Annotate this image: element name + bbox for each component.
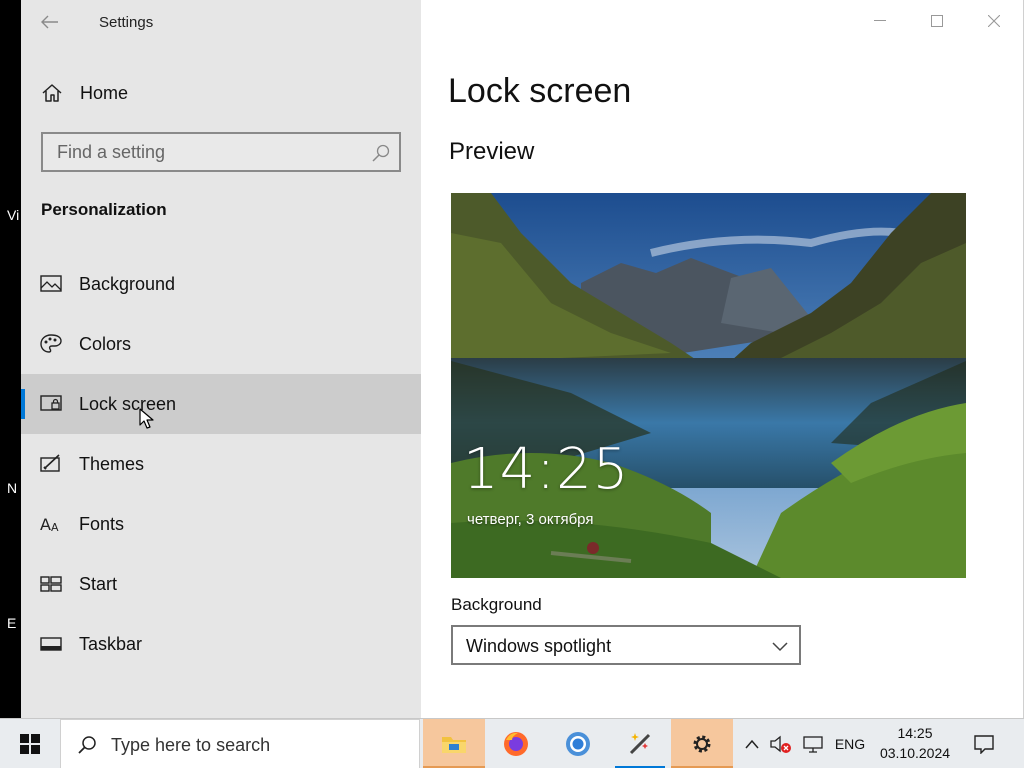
sidebar-item-themes[interactable]: Themes	[21, 434, 421, 494]
clock[interactable]: 14:25 03.10.2024	[872, 723, 958, 765]
background-dropdown-value: Windows spotlight	[466, 636, 612, 656]
firefox-icon	[504, 732, 528, 756]
taskbar-search-placeholder: Type here to search	[111, 735, 271, 755]
lock-screen-icon	[40, 395, 62, 411]
minimize-button[interactable]	[851, 0, 908, 42]
mouse-cursor-icon	[139, 408, 154, 429]
chevron-up-icon	[745, 739, 759, 749]
volume-button[interactable]	[766, 719, 796, 768]
maximize-button[interactable]	[908, 0, 965, 42]
search-icon	[78, 736, 96, 754]
svg-text:A: A	[40, 515, 51, 534]
chrome-icon	[566, 732, 590, 756]
sidebar-item-background[interactable]: Background	[21, 254, 421, 314]
volume-muted-icon	[770, 735, 791, 753]
palette-icon	[40, 334, 62, 353]
selection-indicator	[21, 389, 25, 419]
preview-heading: Preview	[449, 138, 535, 165]
sidebar-item-start[interactable]: Start	[21, 554, 421, 614]
file-explorer-icon	[442, 737, 466, 753]
sidebar-item-colors[interactable]: Colors	[21, 314, 421, 374]
lock-screen-date: четверг, 3 октября	[467, 511, 594, 528]
search-icon	[372, 144, 390, 162]
taskbar-firefox[interactable]	[485, 719, 547, 768]
sidebar-item-taskbar[interactable]: Taskbar	[21, 614, 421, 674]
taskbar-chrome[interactable]	[547, 719, 609, 768]
chevron-down-icon	[772, 642, 788, 652]
clock-time: 14:25	[897, 725, 933, 741]
taskbar-search-box[interactable]: Type here to search	[60, 719, 420, 768]
maximize-icon	[930, 15, 943, 27]
taskbar-file-explorer[interactable]	[423, 719, 485, 768]
section-title: Personalization	[41, 200, 167, 219]
home-nav-item[interactable]: Home	[21, 70, 421, 116]
sidebar-item-label: Lock screen	[79, 394, 177, 414]
desktop-label-fragment: E	[7, 615, 17, 631]
back-button[interactable]	[35, 8, 65, 36]
windows-logo-icon	[20, 734, 40, 754]
lock-screen-time: 14:25	[463, 437, 630, 502]
picture-icon	[40, 275, 62, 292]
magic-wand-icon	[629, 733, 651, 755]
minimize-icon	[873, 20, 886, 21]
desktop-label-fragment: N	[7, 480, 18, 496]
network-button[interactable]	[798, 719, 828, 768]
themes-icon	[40, 454, 60, 472]
taskbar-magic-wand-app[interactable]	[609, 719, 671, 768]
settings-gear-icon	[693, 735, 711, 753]
back-arrow-icon	[41, 15, 58, 29]
sidebar: Settings Home Personalization Background…	[21, 0, 421, 718]
home-label: Home	[80, 83, 129, 103]
sidebar-item-lock-screen[interactable]: Lock screen	[21, 374, 421, 434]
desktop-edge: Vi N E	[0, 0, 21, 718]
home-icon	[42, 84, 62, 102]
sidebar-item-label: Taskbar	[79, 634, 143, 654]
sidebar-item-label: Start	[79, 574, 118, 594]
network-icon	[803, 736, 823, 753]
background-setting-label: Background	[451, 595, 542, 614]
language-indicator: ENG	[834, 736, 866, 752]
sidebar-item-label: Background	[79, 274, 176, 294]
main-content: Lock screen Preview 14:25 четверг, 3 окт…	[421, 0, 1024, 718]
clock-date: 03.10.2024	[879, 745, 951, 761]
input-language-button[interactable]: ENG	[830, 719, 870, 768]
sidebar-item-fonts[interactable]: AA Fonts	[21, 494, 421, 554]
settings-window: Settings Home Personalization Background…	[21, 0, 1024, 718]
sidebar-item-label: Themes	[79, 454, 145, 474]
fonts-icon: AA	[40, 515, 59, 534]
start-icon	[40, 576, 62, 592]
close-icon	[987, 15, 1000, 27]
start-button[interactable]	[0, 719, 60, 768]
notifications-icon	[974, 735, 994, 754]
taskbar-icon	[40, 637, 62, 651]
sidebar-item-label: Fonts	[79, 514, 125, 534]
page-title: Lock screen	[448, 72, 632, 110]
taskbar-settings[interactable]	[671, 719, 733, 768]
app-title: Settings	[99, 14, 154, 31]
find-setting-box[interactable]	[41, 132, 401, 172]
action-center-button[interactable]	[964, 719, 1004, 768]
close-button[interactable]	[965, 0, 1022, 42]
taskbar: Type here to search ENG 14:25 03.10.2024	[0, 718, 1024, 768]
find-setting-input[interactable]	[45, 136, 345, 168]
sidebar-item-label: Colors	[79, 334, 132, 354]
svg-text:A: A	[51, 521, 59, 534]
show-hidden-icons-button[interactable]	[740, 719, 764, 768]
lock-screen-preview: 14:25 четверг, 3 октября	[451, 193, 966, 578]
background-dropdown[interactable]: Windows spotlight	[451, 625, 801, 665]
desktop-label-fragment: Vi	[7, 207, 20, 223]
